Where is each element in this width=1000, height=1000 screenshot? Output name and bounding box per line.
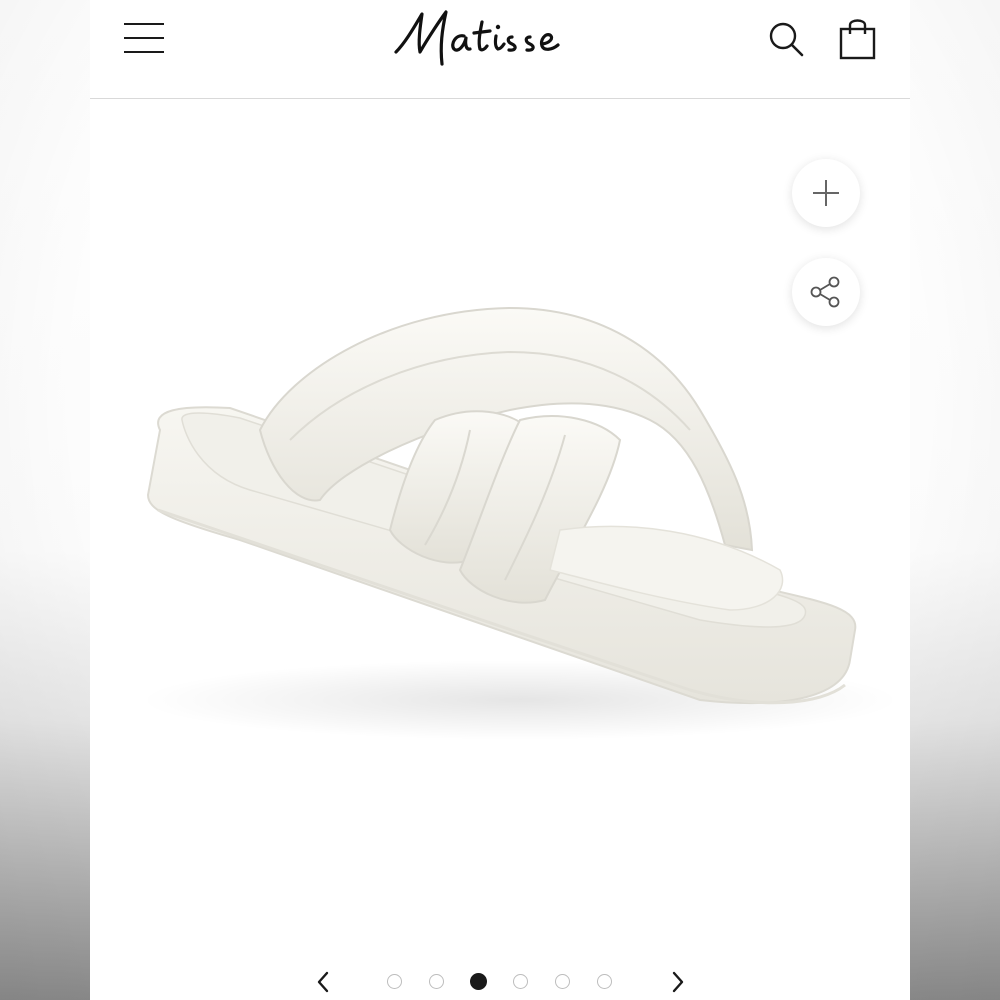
product-image-sandal[interactable]: [90, 100, 910, 960]
zoom-button[interactable]: [792, 159, 860, 227]
search-icon[interactable]: [768, 20, 806, 58]
carousel-dot[interactable]: [429, 974, 444, 989]
site-header: [90, 0, 910, 99]
image-carousel-nav: [90, 962, 910, 1000]
brand-logo[interactable]: [390, 2, 610, 72]
plus-icon: [813, 180, 839, 206]
shopping-bag-icon[interactable]: [838, 16, 878, 60]
matisse-wordmark: [394, 10, 560, 66]
carousel-dot[interactable]: [555, 974, 570, 989]
share-icon: [810, 276, 840, 308]
product-page: [90, 0, 910, 1000]
hamburger-menu-icon[interactable]: [124, 20, 166, 56]
chevron-right-icon[interactable]: [667, 968, 689, 996]
chevron-left-icon[interactable]: [312, 968, 334, 996]
share-button[interactable]: [792, 258, 860, 326]
carousel-dot[interactable]: [387, 974, 402, 989]
carousel-dot[interactable]: [470, 973, 487, 990]
carousel-dot[interactable]: [513, 974, 528, 989]
carousel-dot[interactable]: [597, 974, 612, 989]
